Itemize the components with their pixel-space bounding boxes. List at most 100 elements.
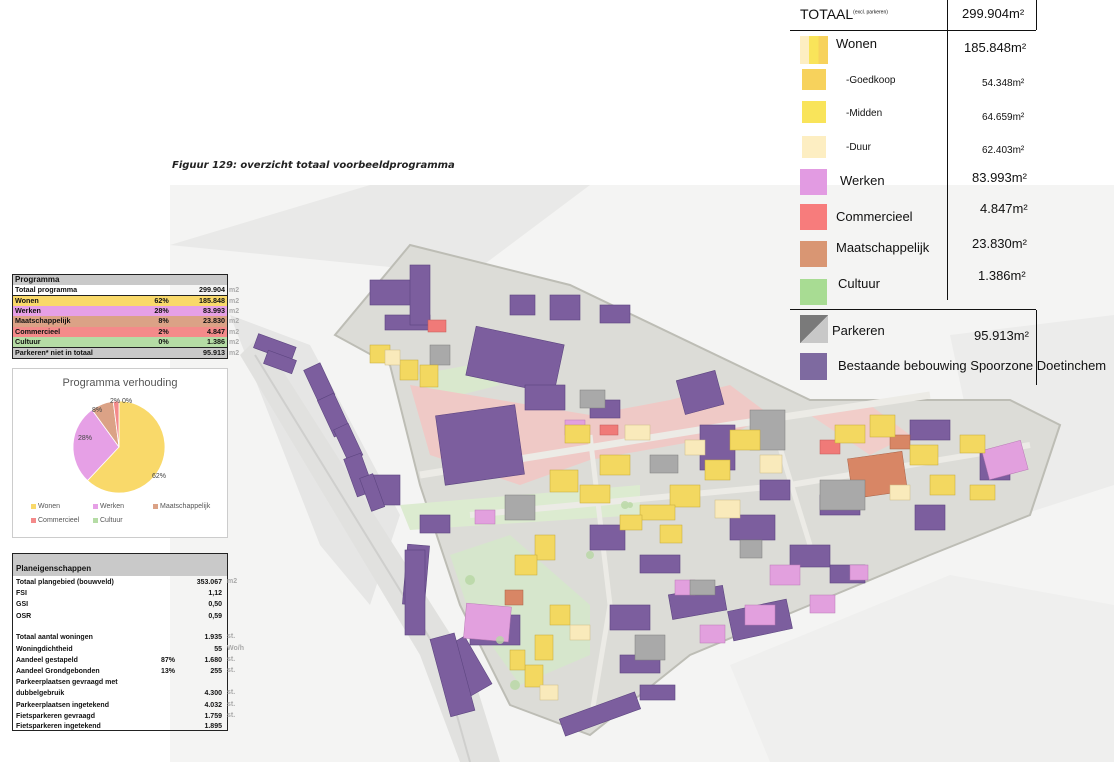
row-maatschappelijk-value: 23.830 <box>203 316 225 326</box>
pie-legend-item-commercieel: Commercieel <box>31 517 79 524</box>
plan-row-unit: st. <box>227 712 236 719</box>
plan-row-unit: st. <box>227 656 236 663</box>
pie-legend-item-wonen: Wonen <box>31 503 60 510</box>
legend-total: 299.904m² <box>962 6 1025 21</box>
unit-cultuur: m2 <box>229 339 240 346</box>
plan-row-unit: st. <box>227 633 236 640</box>
plan-row: Totaal plangebied (bouwveld) 353.067 <box>16 578 224 587</box>
row-werken-pct: 28% <box>154 306 169 316</box>
plan-row: Parkeerplaatsen gevraagd met <box>16 678 224 687</box>
legend-value-cultuur: 1.386m² <box>978 268 1026 283</box>
figure-caption: Figuur 129: overzicht totaal voorbeeldpr… <box>172 160 455 171</box>
pie-label-commercieel: 2% <box>110 398 120 405</box>
legend-value-werken: 83.993m² <box>972 170 1027 185</box>
pie-legend-label: Cultuur <box>100 517 123 524</box>
plan-row-value: 255 <box>210 668 222 675</box>
legend-value-duur: 62.403m² <box>982 145 1025 156</box>
plan-row: Totaal aantal woningen 1.935 <box>16 633 224 642</box>
plan-row-label: Fietsparkeren ingetekend <box>16 723 101 730</box>
row-maatschappelijk-pct: 8% <box>158 316 169 326</box>
legend-value-wonen: 185.848m² <box>964 40 1027 55</box>
plan-row-label: Aandeel Grondgebonden <box>16 668 100 675</box>
plan-row-label: FSI <box>16 590 27 597</box>
plan-row-value: 0,59 <box>208 613 222 620</box>
pie-legend-item-maatschappelijk: Maatschappelijk <box>153 503 210 510</box>
row-cultuur-pct: 0% <box>158 336 169 346</box>
pie-legend-item-cultuur: Cultuur <box>93 517 123 524</box>
plan-row-value: 1.895 <box>204 723 222 730</box>
legend-label-goedkoop: -Goedkoop <box>846 75 896 86</box>
unit-maatschappelijk: m2 <box>229 318 240 325</box>
legend-value-maatschappelijk: 23.830m² <box>972 236 1027 251</box>
swatch-goedkoop <box>802 69 826 90</box>
planeigenschappen-header: Planeigenschappen <box>13 554 227 576</box>
planeigenschappen-table: Planeigenschappen Totaal plangebied (bou… <box>12 553 244 731</box>
plan-row: FSI 1,12 <box>16 589 224 598</box>
swatch-werken <box>800 169 827 195</box>
plan-row-label: Totaal plangebied (bouwveld) <box>16 579 114 586</box>
swatch-wonen <box>800 36 828 64</box>
pie-legend-swatch <box>31 517 36 523</box>
plan-row-pct: 13% <box>161 668 176 675</box>
legend-value-commercieel: 4.847m² <box>980 201 1028 216</box>
swatch-commercieel <box>800 204 827 230</box>
swatch-maatschappelijk <box>800 241 827 267</box>
pie-legend-swatch <box>31 503 36 509</box>
plan-row-value: 1,12 <box>208 590 222 597</box>
legend-panel: TOTAAL(excl. parkeren) 299.904m² Wonen 1… <box>790 0 1114 385</box>
pie-legend-swatch <box>93 517 98 523</box>
pie-legend-label: Wonen <box>38 503 61 510</box>
legend-label-parkeren: Parkeren <box>832 323 885 338</box>
totaal-programma-value: 299.904 <box>199 285 225 294</box>
plan-row: Woningdichtheid 55 <box>16 645 224 654</box>
row-werken-label: Werken <box>15 306 41 316</box>
pie-label-cultuur: 0% <box>122 398 132 405</box>
swatch-parkeren <box>800 315 828 343</box>
swatch-bestaande-bebouwing <box>800 353 827 380</box>
plan-row: Aandeel gestapeld 87% 1.680 <box>16 656 224 665</box>
plan-row: dubbelgebruik 4.300 <box>16 689 224 698</box>
plan-row-label: GSI <box>16 601 29 608</box>
plan-row-label: Woningdichtheid <box>16 646 73 653</box>
row-cultuur-label: Cultuur <box>15 336 41 346</box>
plan-row-unit: st. <box>227 701 236 708</box>
plan-row: Fietsparkeren ingetekend 1.895 <box>16 722 224 731</box>
programma-header: Programma <box>15 275 60 284</box>
pie-label-maatschappelijk: 8% <box>92 407 102 414</box>
programma-table: Programma Totaal programma 299.904 Wonen… <box>12 274 239 359</box>
plan-row-unit: st. <box>227 667 236 674</box>
legend-label-duur: -Duur <box>846 142 872 153</box>
legend-label-werken: Werken <box>840 173 885 188</box>
row-commercieel-pct: 2% <box>158 326 169 336</box>
plan-row: GSI 0,50 <box>16 600 224 609</box>
pie-legend-label: Maatschappelijk <box>160 503 211 510</box>
legend-value-parkeren: 95.913m² <box>974 328 1029 343</box>
swatch-midden <box>802 101 826 123</box>
row-wonen-pct: 62% <box>154 296 169 305</box>
unit-total: m2 <box>229 287 240 294</box>
legend-value-goedkoop: 54.348m² <box>982 78 1025 89</box>
row-cultuur-value: 1.386 <box>207 336 225 346</box>
legend-label-cultuur: Cultuur <box>838 276 880 291</box>
swatch-cultuur <box>800 279 827 305</box>
legend-title-text: TOTAAL <box>800 6 854 22</box>
totaal-programma-label: Totaal programma <box>15 285 78 294</box>
pie-legend-label: Werken <box>100 503 124 510</box>
legend-title: TOTAAL(excl. parkeren) <box>800 6 888 22</box>
row-maatschappelijk-label: Maatschappelijk <box>15 316 71 326</box>
plan-row-label: Fietsparkeren gevraagd <box>16 713 95 720</box>
legend-value-midden: 64.659m² <box>982 112 1025 123</box>
plan-row-label: Aandeel gestapeld <box>16 657 78 664</box>
plan-row-unit: Wo/h <box>227 645 244 652</box>
plan-row-label: dubbelgebruik <box>16 690 65 697</box>
plan-row-value: 1.935 <box>204 634 222 641</box>
parkeren-value: 95.913 <box>203 347 225 357</box>
unit-werken: m2 <box>229 308 240 315</box>
plan-row-value: 55 <box>214 646 222 653</box>
pie-legend-swatch <box>93 503 98 509</box>
plan-row-value: 1.759 <box>204 713 222 720</box>
legend-title-note: (excl. parkeren) <box>853 9 888 16</box>
plan-row: Fietsparkeren gevraagd 1.759 <box>16 712 224 721</box>
pie-chart: 62% 28% 8% 2% 0% <box>72 398 166 494</box>
pie-chart-box: Programma verhouding 62% 28% 8% 2% 0% Wonen W… <box>12 368 228 538</box>
